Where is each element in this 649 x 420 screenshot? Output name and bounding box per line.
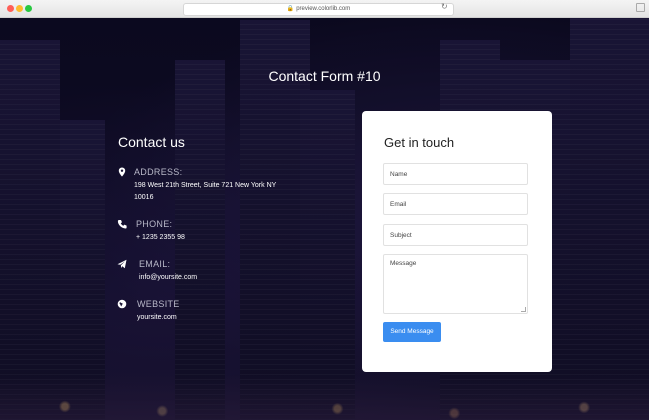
address-bar[interactable]: 🔒 preview.colorlib.com	[183, 3, 454, 16]
form-heading: Get in touch	[384, 135, 455, 150]
phone-item: PHONE: + 1235 2355 98	[117, 219, 317, 245]
website-item: WEBSITE yoursite.com	[117, 299, 317, 325]
email-value[interactable]: info@yoursite.com	[139, 272, 197, 284]
minimize-window-button[interactable]	[16, 5, 23, 12]
send-message-button[interactable]: Send Message	[383, 322, 441, 342]
resize-handle-icon[interactable]	[521, 307, 526, 312]
url-text: preview.colorlib.com	[296, 6, 351, 12]
website-value[interactable]: yoursite.com	[137, 312, 177, 324]
email-label: EMAIL:	[139, 259, 171, 269]
subject-placeholder: Subject	[390, 232, 412, 239]
contact-form-card: Get in touch Name Email Subject Message …	[362, 111, 552, 372]
message-textarea[interactable]: Message	[383, 254, 528, 314]
subject-input[interactable]: Subject	[383, 224, 528, 246]
email-placeholder: Email	[390, 201, 407, 208]
name-input[interactable]: Name	[383, 163, 528, 185]
address-line1: 198 West 21th Street, Suite 721 New York…	[134, 182, 277, 189]
phone-icon	[117, 220, 127, 229]
address-line2: 10016	[134, 194, 154, 201]
website-label: WEBSITE	[137, 299, 180, 309]
lock-icon: 🔒	[286, 6, 295, 12]
address-item: ADDRESS: 198 West 21th Street, Suite 721…	[117, 167, 317, 207]
contact-heading: Contact us	[118, 134, 185, 150]
phone-value[interactable]: + 1235 2355 98	[136, 232, 185, 244]
email-input[interactable]: Email	[383, 193, 528, 215]
email-item: EMAIL: info@yoursite.com	[117, 259, 317, 285]
maximize-window-button[interactable]	[25, 5, 32, 12]
phone-label: PHONE:	[136, 219, 173, 229]
globe-icon	[117, 299, 127, 309]
close-window-button[interactable]	[7, 5, 14, 12]
address-label: ADDRESS:	[134, 167, 183, 177]
map-pin-icon	[118, 167, 126, 177]
name-placeholder: Name	[390, 171, 408, 178]
reload-icon[interactable]: ↻	[441, 2, 448, 11]
browser-chrome: 🔒 preview.colorlib.com ↻	[0, 0, 649, 18]
page-title: Contact Form #10	[268, 68, 381, 84]
message-placeholder: Message	[390, 260, 417, 267]
fullscreen-icon[interactable]	[636, 3, 645, 12]
paper-plane-icon	[117, 259, 127, 269]
